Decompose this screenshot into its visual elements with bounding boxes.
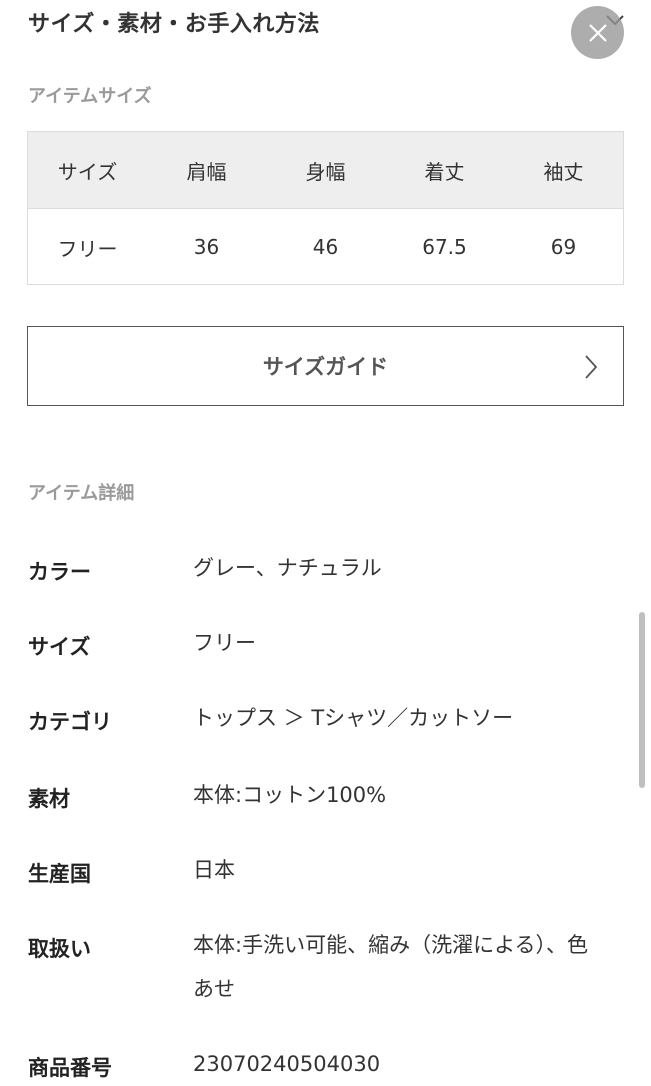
- size-header-cell: 着丈: [424, 159, 465, 184]
- detail-value: 本体:コットン100%: [193, 783, 387, 807]
- size-header-cell: 肩幅: [186, 159, 227, 184]
- scrollbar[interactable]: [639, 612, 645, 788]
- size-cell: 36: [193, 235, 220, 259]
- detail-value: 本体:手洗い可能、縮み（洗濯による）、色あせ: [193, 933, 588, 1001]
- size-table-header: サイズ 肩幅 身幅 着丈 袖丈: [28, 132, 623, 209]
- size-guide-button[interactable]: サイズガイド: [27, 326, 624, 406]
- chevron-right-icon: [585, 355, 598, 379]
- size-header-cell: サイズ: [57, 159, 118, 184]
- size-cell: フリー: [57, 236, 118, 261]
- page-title: サイズ・素材・お手入れ方法: [28, 12, 320, 37]
- size-cell: 67.5: [422, 235, 467, 259]
- detail-value: 23070240504030: [193, 1052, 381, 1076]
- size-cell: 46: [312, 235, 339, 259]
- detail-value: 日本: [193, 858, 235, 882]
- detail-value: トップス ＞ Tシャツ／カットソー: [193, 706, 514, 730]
- detail-key: サイズ: [28, 635, 91, 659]
- detail-key: 取扱い: [28, 937, 91, 961]
- size-guide-label: サイズガイド: [262, 355, 389, 379]
- size-cell: 69: [550, 235, 577, 259]
- size-header-cell: 身幅: [305, 159, 346, 184]
- size-header-cell: 袖丈: [543, 159, 584, 184]
- detail-key: 素材: [28, 787, 70, 811]
- detail-key: 商品番号: [28, 1056, 112, 1080]
- item-details-label: アイテム詳細: [28, 483, 135, 504]
- detail-key: カラー: [28, 560, 91, 584]
- size-table: サイズ 肩幅 身幅 着丈 袖丈 フリー 36 46 67.5 69: [27, 131, 624, 285]
- close-button[interactable]: [571, 6, 624, 59]
- item-size-label: アイテムサイズ: [28, 86, 152, 107]
- detail-value: グレー、ナチュラル: [193, 556, 382, 580]
- detail-key: カテゴリ: [28, 710, 112, 734]
- detail-value: フリー: [193, 631, 256, 655]
- table-row: フリー 36 46 67.5 69: [28, 209, 623, 285]
- detail-key: 生産国: [28, 862, 91, 886]
- close-icon: [588, 23, 607, 42]
